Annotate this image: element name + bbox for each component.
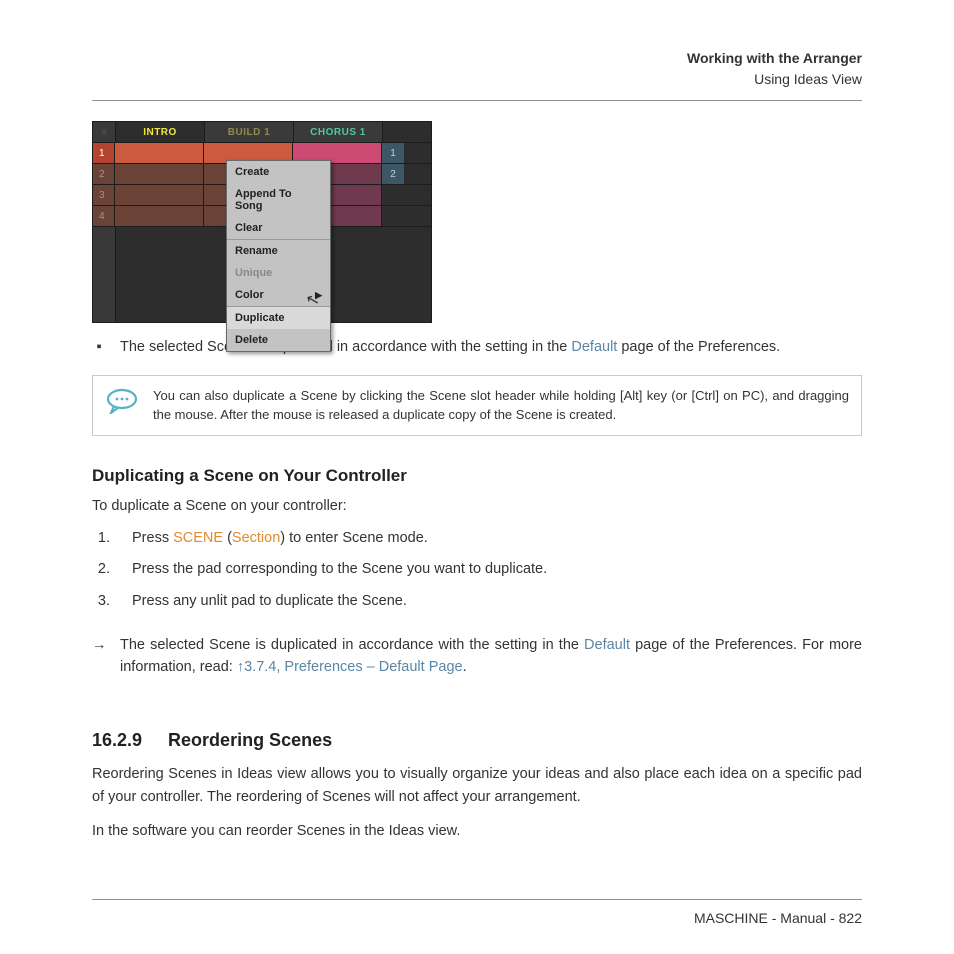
heading-reordering-scenes: 16.2.9 Reordering Scenes: [92, 730, 862, 751]
row-num: 3: [93, 185, 115, 205]
section-title: Reordering Scenes: [168, 730, 332, 751]
menu-append-to-song[interactable]: Append To Song: [227, 183, 330, 217]
row-num: 1: [93, 143, 115, 163]
body-text: Press any unlit pad to duplicate the Sce…: [132, 591, 407, 613]
bullet-item: ▪ The selected Scene is duplicated in ac…: [92, 337, 862, 359]
body-text: page of the Preferences.: [617, 339, 780, 355]
step-item: 2. Press the pad corresponding to the Sc…: [92, 559, 862, 581]
result-arrow-icon: →: [92, 635, 106, 679]
body-text: ) to enter Scene mode.: [280, 530, 428, 546]
body-text: .: [463, 659, 467, 675]
clip-cell[interactable]: [115, 206, 204, 226]
body-text: In the software you can reorder Scenes i…: [92, 820, 862, 842]
side-num: 1: [382, 143, 404, 163]
body-text: Reordering Scenes in Ideas view allows y…: [92, 763, 862, 808]
scene-tab-intro[interactable]: INTRO: [116, 122, 205, 142]
body-text: The selected Scene is duplicated in acco…: [120, 637, 584, 653]
speech-bubble-icon: [105, 388, 139, 419]
link-preferences-default[interactable]: ↑3.7.4, Preferences – Default Page: [237, 659, 463, 675]
step-number: 3.: [92, 591, 110, 613]
clip-cell[interactable]: [115, 143, 204, 163]
body-text: To duplicate a Scene on your controller:: [92, 496, 862, 518]
body-text: Press: [132, 530, 173, 546]
menu-clear[interactable]: Clear: [227, 217, 330, 239]
step-number: 1.: [92, 528, 110, 550]
header-title: Working with the Arranger: [92, 48, 862, 69]
header-subtitle: Using Ideas View: [92, 69, 862, 90]
link-default[interactable]: Default: [584, 637, 630, 653]
menu-rename[interactable]: Rename: [227, 239, 330, 262]
scene-tab-chorus1[interactable]: CHORUS 1: [294, 122, 383, 142]
footer-text: MASCHINE - Manual - 822: [92, 910, 862, 926]
page-footer: MASCHINE - Manual - 822: [92, 891, 862, 926]
clip-cell[interactable]: [115, 185, 204, 205]
tip-box: You can also duplicate a Scene by clicki…: [92, 375, 862, 436]
menu-color-label: Color: [235, 289, 264, 301]
grip-icon: ≡: [93, 122, 116, 142]
hw-label-scene: SCENE: [173, 530, 223, 546]
scene-header-row: ≡ INTRO BUILD 1 CHORUS 1: [93, 122, 431, 143]
side-num: 2: [382, 164, 404, 184]
ideas-view: ≡ INTRO BUILD 1 CHORUS 1 1 1 2 2: [92, 121, 432, 323]
step-item: 3. Press any unlit pad to duplicate the …: [92, 591, 862, 613]
step-number: 2.: [92, 559, 110, 581]
menu-delete[interactable]: Delete: [227, 329, 330, 351]
menu-unique: Unique: [227, 262, 330, 284]
tip-text: You can also duplicate a Scene by clicki…: [153, 386, 849, 425]
section-number: 16.2.9: [92, 730, 142, 751]
hw-label-section: Section: [232, 530, 280, 546]
heading-duplicating-controller: Duplicating a Scene on Your Controller: [92, 466, 862, 486]
footer-divider: [92, 899, 862, 900]
bullet-marker: ▪: [92, 337, 106, 359]
body-text: (: [223, 530, 232, 546]
row-num: 4: [93, 206, 115, 226]
row-num: 2: [93, 164, 115, 184]
link-default[interactable]: Default: [571, 339, 617, 355]
context-menu: Create Append To Song Clear Rename Uniqu…: [226, 160, 331, 352]
header-divider: [92, 100, 862, 101]
clip-cell[interactable]: [115, 164, 204, 184]
body-text: Press the pad corresponding to the Scene…: [132, 559, 547, 581]
body-text: The selected Scene is duplicated in acco…: [120, 339, 571, 355]
app-screenshot: ≡ INTRO BUILD 1 CHORUS 1 1 1 2 2: [92, 121, 432, 323]
result-item: → The selected Scene is duplicated in ac…: [92, 635, 862, 679]
step-item: 1. Press SCENE (Section) to enter Scene …: [92, 528, 862, 550]
menu-create[interactable]: Create: [227, 161, 330, 183]
page-header: Working with the Arranger Using Ideas Vi…: [92, 48, 862, 90]
scene-tab-build1[interactable]: BUILD 1: [205, 122, 294, 142]
